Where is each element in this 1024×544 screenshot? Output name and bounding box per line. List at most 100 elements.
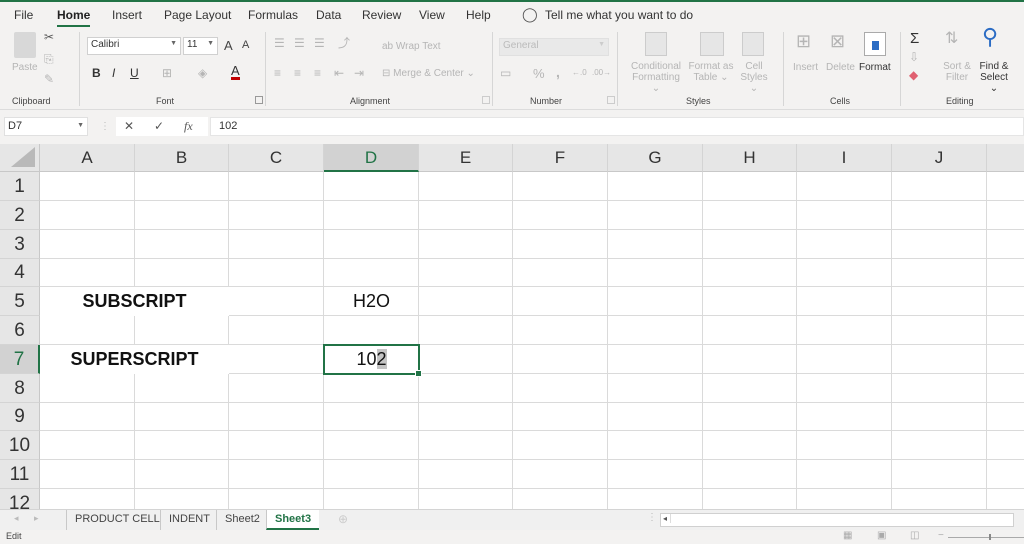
row-header-12[interactable]: 12 [0, 489, 40, 509]
insert-function-button[interactable]: fx [184, 119, 193, 134]
row-header-8[interactable]: 8 [0, 374, 40, 403]
sort-filter-icon[interactable]: ⇅ [945, 31, 958, 47]
font-name-select[interactable]: Calibri ▼ [87, 37, 181, 55]
decrease-decimal-icon[interactable]: .00→ [592, 66, 611, 80]
tab-home[interactable]: Home [57, 8, 91, 27]
wrap-text-button[interactable]: ab Wrap Text [382, 41, 441, 52]
grow-font-button[interactable]: A [224, 38, 233, 53]
number-dialog-launcher-icon[interactable] [607, 96, 615, 104]
scroll-tabs-right-icon[interactable]: ▸ [34, 513, 39, 524]
tab-data[interactable]: Data [316, 8, 341, 22]
copy-icon[interactable]: ⎘ [44, 52, 54, 66]
column-header-f[interactable]: F [513, 144, 608, 172]
column-header-h[interactable]: H [703, 144, 797, 172]
merge-center-button[interactable]: ⊟ Merge & Center ⌄ [382, 68, 475, 79]
decrease-indent-icon[interactable]: ⇤ [334, 66, 344, 80]
magnifier-icon[interactable]: ⚲ [982, 26, 998, 48]
column-header-e[interactable]: E [419, 144, 513, 172]
delete-cells-icon[interactable]: ⊠ [830, 32, 845, 50]
paste-icon[interactable] [14, 32, 36, 58]
page-layout-view-icon[interactable]: ▣ [877, 530, 886, 541]
column-header-k[interactable] [987, 144, 1024, 172]
bottom-align-icon[interactable]: ☰ [314, 36, 325, 50]
paste-button[interactable]: Paste [12, 62, 38, 73]
row-header-6[interactable]: 6 [0, 316, 40, 345]
center-icon[interactable]: ≡ [294, 66, 301, 80]
sheet-tab-product-cell[interactable]: PRODUCT CELL [66, 510, 168, 530]
normal-view-icon[interactable]: ▦ [843, 530, 852, 541]
column-header-a[interactable]: A [40, 144, 135, 172]
cut-icon[interactable]: ✂ [44, 30, 54, 44]
scroll-left-icon[interactable]: ◂ [663, 514, 672, 523]
add-sheet-icon[interactable]: ⊕ [338, 512, 348, 526]
sort-filter-button[interactable]: Sort & Filter [941, 61, 973, 83]
top-align-icon[interactable]: ☰ [274, 36, 285, 50]
insert-cells-icon[interactable]: ⊞ [796, 32, 811, 50]
autosum-button[interactable]: Σ [910, 30, 919, 47]
borders-icon[interactable]: ⊞ [162, 66, 172, 80]
row-header-10[interactable]: 10 [0, 431, 40, 460]
tab-insert[interactable]: Insert [112, 8, 142, 22]
underline-button[interactable]: U [130, 66, 139, 80]
increase-decimal-icon[interactable]: ←.0 [572, 66, 587, 80]
page-break-view-icon[interactable]: ◫ [910, 530, 919, 541]
bold-button[interactable]: B [92, 66, 101, 80]
column-header-d[interactable]: D [324, 144, 419, 172]
tab-review[interactable]: Review [362, 8, 401, 22]
zoom-slider-thumb[interactable] [989, 534, 991, 540]
clear-eraser-icon[interactable]: ◆ [909, 68, 918, 82]
align-left-icon[interactable]: ≡ [274, 66, 281, 80]
row-header-3[interactable]: 3 [0, 230, 40, 259]
drag-handle-icon[interactable]: ⋮ [100, 121, 110, 132]
zoom-slider[interactable] [948, 537, 1024, 538]
sheet-tab-indent[interactable]: INDENT [160, 510, 218, 530]
active-cell-d7[interactable]: 102 [323, 344, 422, 377]
format-as-table-button[interactable]: Format as Table ⌄ [687, 61, 735, 83]
cancel-button[interactable]: ✕ [124, 119, 134, 133]
formula-input[interactable]: 102 [210, 117, 1024, 136]
percent-style-button[interactable]: % [533, 66, 545, 81]
cell-styles-icon[interactable] [742, 32, 764, 56]
conditional-formatting-icon[interactable] [645, 32, 667, 56]
middle-align-icon[interactable]: ☰ [294, 36, 305, 50]
tab-formulas[interactable]: Formulas [248, 8, 298, 22]
column-header-g[interactable]: G [608, 144, 703, 172]
column-header-i[interactable]: I [797, 144, 892, 172]
worksheet-grid[interactable]: A B C D E F G H I J 1 2 3 4 5 6 7 8 9 10… [0, 144, 1024, 509]
sheet-tab-sheet3[interactable]: Sheet3 [266, 510, 320, 530]
find-select-button[interactable]: Find & Select ⌄ [975, 61, 1013, 94]
name-box[interactable]: D7 ▼ [4, 117, 88, 136]
cell-a7-superscript-label[interactable]: SUPERSCRIPT [40, 345, 229, 374]
alignment-dialog-launcher-icon[interactable] [482, 96, 490, 104]
increase-indent-icon[interactable]: ⇥ [354, 66, 364, 80]
shrink-font-button[interactable]: A [242, 39, 249, 51]
scroll-tabs-left-icon[interactable]: ◂ [14, 513, 19, 524]
column-header-b[interactable]: B [135, 144, 229, 172]
italic-button[interactable]: I [112, 66, 115, 80]
row-header-5[interactable]: 5 [0, 287, 40, 316]
tab-help[interactable]: Help [466, 8, 491, 22]
number-format-select[interactable]: General ▼ [499, 38, 609, 56]
conditional-formatting-button[interactable]: Conditional Formatting ⌄ [628, 61, 684, 94]
font-color-button[interactable]: A [231, 64, 240, 80]
tell-me-search[interactable]: Tell me what you want to do [545, 8, 693, 22]
insert-cells-button[interactable]: Insert [793, 62, 818, 73]
cell-a5-subscript-label[interactable]: SUBSCRIPT [40, 287, 229, 316]
format-cells-button[interactable]: Format [859, 62, 891, 73]
row-header-1[interactable]: 1 [0, 172, 40, 201]
orientation-icon[interactable]: ⤴ [338, 36, 350, 50]
column-header-c[interactable]: C [229, 144, 324, 172]
enter-button[interactable]: ✓ [154, 119, 164, 133]
cell-d5[interactable]: H2O [324, 287, 419, 316]
accounting-format-icon[interactable]: ▭ [500, 66, 511, 80]
tab-view[interactable]: View [419, 8, 445, 22]
fill-color-icon[interactable]: ◈ [198, 66, 207, 80]
horizontal-scrollbar[interactable]: ◂ [660, 513, 1014, 527]
sheet-tab-sheet2[interactable]: Sheet2 [216, 510, 268, 530]
format-cells-icon[interactable] [864, 32, 886, 56]
column-header-j[interactable]: J [892, 144, 987, 172]
tab-split-handle-icon[interactable]: ⋮ [647, 512, 657, 523]
tab-page-layout[interactable]: Page Layout [164, 8, 231, 22]
zoom-out-button[interactable]: − [938, 530, 944, 541]
row-header-4[interactable]: 4 [0, 259, 40, 287]
